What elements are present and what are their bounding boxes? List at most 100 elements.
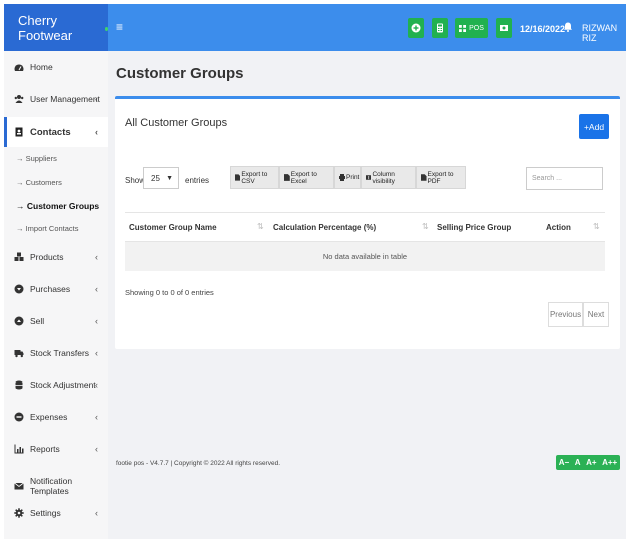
export-pdf-label: Export to PDF	[427, 170, 454, 185]
table-header: Customer Group Name ⇅ Calculation Percen…	[125, 212, 605, 242]
file-icon	[235, 174, 241, 181]
sidebar-item-label: Stock Adjustment	[30, 380, 96, 390]
print-label: Print	[346, 174, 360, 181]
sidebar-item-expenses[interactable]: Expenses ‹	[4, 412, 108, 422]
customer-groups-card: All Customer Groups +Add Show 25 ▼ entri…	[115, 96, 620, 349]
column-header-selling-price-group[interactable]: Selling Price Group	[437, 223, 511, 232]
page-size-select[interactable]: 25 ▼	[143, 167, 179, 189]
calculator-icon	[437, 23, 443, 33]
sidebar-item-label: Reports	[30, 444, 60, 454]
sidebar-item-contacts[interactable]: Contacts ‹	[4, 117, 108, 147]
export-csv-label: Export to CSV	[241, 170, 268, 185]
minus-circle-icon	[14, 412, 24, 422]
sidebar-item-home[interactable]: Home	[4, 62, 108, 72]
users-icon	[14, 94, 24, 104]
chevron-left-icon: ‹	[95, 252, 98, 262]
chart-icon	[14, 444, 24, 454]
export-pdf-button[interactable]: Export to PDF	[416, 166, 466, 189]
pos-label: POS	[469, 24, 484, 32]
font-decrease-button[interactable]: A−	[559, 458, 569, 467]
chevron-left-icon: ‹	[95, 316, 98, 326]
font-increase-more-button[interactable]: A++	[602, 458, 617, 467]
register-button[interactable]	[496, 18, 512, 38]
font-increase-button[interactable]: A+	[586, 458, 596, 467]
print-icon	[339, 174, 345, 181]
sidebar-item-label: Notification Templates	[30, 476, 73, 496]
search-input[interactable]: Search ...	[526, 167, 603, 190]
calculator-button[interactable]	[432, 18, 448, 38]
table-info: Showing 0 to 0 of 0 entries	[125, 288, 214, 297]
print-button[interactable]: Print	[334, 166, 361, 189]
sidebar-toggle-icon[interactable]: ≡	[116, 20, 123, 34]
top-navbar: ≡ POS 12/16/2022 RIZWAN RIZ	[108, 4, 626, 51]
page-size-value: 25	[151, 173, 160, 183]
sort-icon[interactable]: ⇅	[593, 222, 600, 231]
export-excel-button[interactable]: Export to Excel	[279, 166, 334, 189]
sidebar-subitem-import-contacts[interactable]: → Import Contacts	[16, 224, 79, 233]
cubes-icon	[14, 252, 24, 262]
money-icon	[500, 25, 508, 31]
address-book-icon	[14, 127, 24, 137]
dashboard-icon	[14, 62, 24, 72]
plus-circle-icon	[411, 23, 421, 33]
sidebar-item-stock-adjustment[interactable]: Stock Adjustment ‹	[4, 380, 108, 390]
main-content: Customer Groups All Customer Groups +Add…	[108, 51, 626, 539]
sidebar-item-label: Expenses	[30, 412, 68, 422]
sidebar-item-label: Stock Transfers	[30, 348, 90, 358]
export-csv-button[interactable]: Export to CSV	[230, 166, 279, 189]
sidebar-item-sell[interactable]: Sell ‹	[4, 316, 108, 326]
grid-icon	[459, 24, 467, 32]
brand-logo[interactable]: Cherry Footwear	[4, 4, 108, 51]
empty-table-row: No data available in table	[125, 242, 605, 271]
sidebar-item-notification-templates[interactable]: Notification Templates	[4, 476, 108, 496]
sidebar-item-label: Products	[30, 252, 64, 262]
column-header-calculation-percentage[interactable]: Calculation Percentage (%)	[273, 223, 376, 232]
sort-icon[interactable]: ⇅	[422, 222, 429, 231]
chevron-left-icon: ‹	[95, 94, 98, 104]
sidebar-item-label: Purchases	[30, 284, 71, 294]
chevron-left-icon: ‹	[95, 444, 98, 454]
chevron-left-icon: ‹	[95, 348, 98, 358]
brand-name: Cherry Footwear	[18, 12, 73, 43]
column-header-action: Action	[546, 223, 571, 232]
footer-copyright: footie pos - V4.7.7 | Copyright © 2022 A…	[116, 460, 281, 467]
add-button[interactable]: +Add	[579, 114, 609, 139]
font-reset-button[interactable]: A	[575, 458, 581, 467]
sidebar-subitem-customer-groups[interactable]: → Customer Groups	[16, 201, 99, 211]
sidebar-subitem-suppliers[interactable]: → Suppliers	[16, 154, 57, 163]
column-header-group-name[interactable]: Customer Group Name	[129, 223, 217, 232]
chevron-left-icon: ‹	[95, 412, 98, 422]
chevron-down-icon: ▼	[166, 174, 173, 182]
sidebar-item-products[interactable]: Products ‹	[4, 252, 108, 262]
sidebar-item-stock-transfers[interactable]: Stock Transfers ‹	[4, 348, 108, 358]
user-menu[interactable]: RIZWAN RIZ	[582, 23, 626, 43]
sort-icon[interactable]: ⇅	[257, 222, 264, 231]
pos-button[interactable]: POS	[455, 18, 488, 38]
arrow-circle-up-icon	[14, 316, 24, 326]
envelope-icon	[14, 481, 24, 491]
sidebar-item-reports[interactable]: Reports ‹	[4, 444, 108, 454]
chevron-left-icon: ‹	[95, 508, 98, 518]
column-visibility-button[interactable]: Column visibility	[361, 166, 416, 189]
truck-icon	[14, 348, 24, 358]
sidebar-item-user-management[interactable]: User Management ‹	[4, 94, 108, 104]
add-icon-button[interactable]	[408, 18, 424, 38]
sidebar-item-label: Contacts	[30, 126, 71, 138]
next-page-button[interactable]: Next	[583, 302, 609, 327]
database-icon	[14, 380, 24, 390]
sidebar-item-settings[interactable]: Settings ‹	[4, 508, 108, 518]
previous-page-button[interactable]: Previous	[548, 302, 583, 327]
show-label: Show	[125, 176, 146, 185]
sidebar-item-purchases[interactable]: Purchases ‹	[4, 284, 108, 294]
column-visibility-label: Column visibility	[372, 170, 395, 185]
bell-icon[interactable]	[563, 22, 573, 32]
entries-label: entries	[185, 176, 210, 185]
sidebar-item-label: Home	[30, 62, 53, 72]
file-pdf-icon	[421, 174, 427, 181]
cog-icon	[14, 508, 24, 518]
chevron-left-icon: ‹	[95, 284, 98, 294]
arrow-circle-down-icon	[14, 284, 24, 294]
sidebar-item-label: Settings	[30, 508, 61, 518]
sidebar-subitem-customers[interactable]: → Customers	[16, 178, 62, 187]
sidebar-item-label: Sell	[30, 316, 45, 326]
